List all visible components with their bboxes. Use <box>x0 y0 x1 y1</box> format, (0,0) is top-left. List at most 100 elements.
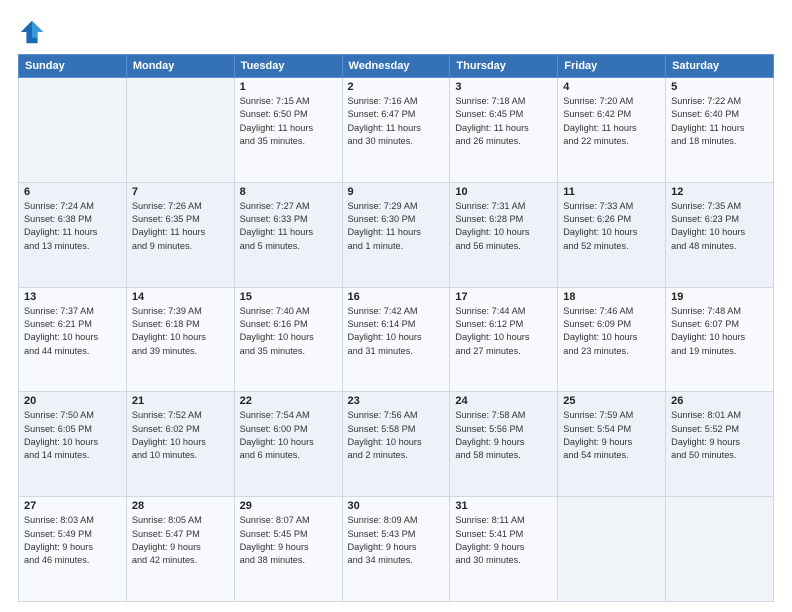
day-info: Sunrise: 7:56 AMSunset: 5:58 PMDaylight:… <box>348 409 445 462</box>
day-info: Sunrise: 7:18 AMSunset: 6:45 PMDaylight:… <box>455 95 552 148</box>
day-number: 25 <box>563 395 660 407</box>
day-number: 23 <box>348 395 445 407</box>
col-sunday: Sunday <box>19 55 127 78</box>
day-number: 5 <box>671 81 768 93</box>
day-info: Sunrise: 7:44 AMSunset: 6:12 PMDaylight:… <box>455 305 552 358</box>
day-cell: 27 Sunrise: 8:03 AMSunset: 5:49 PMDayligh… <box>19 497 127 602</box>
day-cell: 6 Sunrise: 7:24 AMSunset: 6:38 PMDaylight… <box>19 182 127 287</box>
day-info: Sunrise: 8:03 AMSunset: 5:49 PMDaylight:… <box>24 514 121 567</box>
day-info: Sunrise: 7:20 AMSunset: 6:42 PMDaylight:… <box>563 95 660 148</box>
calendar-header-row: Sunday Monday Tuesday Wednesday Thursday… <box>19 55 774 78</box>
day-cell: 13 Sunrise: 7:37 AMSunset: 6:21 PMDayligh… <box>19 287 127 392</box>
day-cell: 4 Sunrise: 7:20 AMSunset: 6:42 PMDaylight… <box>558 78 666 183</box>
day-number: 14 <box>132 291 229 303</box>
day-number: 8 <box>240 186 337 198</box>
day-info: Sunrise: 8:07 AMSunset: 5:45 PMDaylight:… <box>240 514 337 567</box>
col-tuesday: Tuesday <box>234 55 342 78</box>
col-wednesday: Wednesday <box>342 55 450 78</box>
day-number: 2 <box>348 81 445 93</box>
col-thursday: Thursday <box>450 55 558 78</box>
day-info: Sunrise: 7:42 AMSunset: 6:14 PMDaylight:… <box>348 305 445 358</box>
day-number: 20 <box>24 395 121 407</box>
week-row-2: 6 Sunrise: 7:24 AMSunset: 6:38 PMDaylight… <box>19 182 774 287</box>
day-number: 26 <box>671 395 768 407</box>
day-cell: 18 Sunrise: 7:46 AMSunset: 6:09 PMDayligh… <box>558 287 666 392</box>
day-info: Sunrise: 7:24 AMSunset: 6:38 PMDaylight:… <box>24 200 121 253</box>
col-friday: Friday <box>558 55 666 78</box>
day-info: Sunrise: 7:22 AMSunset: 6:40 PMDaylight:… <box>671 95 768 148</box>
day-cell: 3 Sunrise: 7:18 AMSunset: 6:45 PMDaylight… <box>450 78 558 183</box>
day-cell: 26 Sunrise: 8:01 AMSunset: 5:52 PMDayligh… <box>666 392 774 497</box>
day-number: 15 <box>240 291 337 303</box>
day-cell: 31 Sunrise: 8:11 AMSunset: 5:41 PMDayligh… <box>450 497 558 602</box>
day-info: Sunrise: 7:35 AMSunset: 6:23 PMDaylight:… <box>671 200 768 253</box>
day-number: 3 <box>455 81 552 93</box>
day-cell: 25 Sunrise: 7:59 AMSunset: 5:54 PMDayligh… <box>558 392 666 497</box>
day-cell: 19 Sunrise: 7:48 AMSunset: 6:07 PMDayligh… <box>666 287 774 392</box>
day-number: 27 <box>24 500 121 512</box>
col-saturday: Saturday <box>666 55 774 78</box>
day-cell: 29Sunrise: 8:07 AMSunset: 5:45 PMDayligh… <box>234 497 342 602</box>
week-row-5: 27 Sunrise: 8:03 AMSunset: 5:49 PMDayligh… <box>19 497 774 602</box>
day-number: 10 <box>455 186 552 198</box>
day-number: 12 <box>671 186 768 198</box>
day-info: Sunrise: 7:40 AMSunset: 6:16 PMDaylight:… <box>240 305 337 358</box>
day-info: Sunrise: 8:01 AMSunset: 5:52 PMDaylight:… <box>671 409 768 462</box>
day-number: 9 <box>348 186 445 198</box>
page: Sunday Monday Tuesday Wednesday Thursday… <box>0 0 792 612</box>
day-info: Sunrise: 8:09 AMSunset: 5:43 PMDaylight:… <box>348 514 445 567</box>
day-info: Sunrise: 7:59 AMSunset: 5:54 PMDaylight:… <box>563 409 660 462</box>
day-cell: 20Sunrise: 7:50 AMSunset: 6:05 PMDayligh… <box>19 392 127 497</box>
week-row-3: 13 Sunrise: 7:37 AMSunset: 6:21 PMDayligh… <box>19 287 774 392</box>
day-cell: 23 Sunrise: 7:56 AMSunset: 5:58 PMDayligh… <box>342 392 450 497</box>
day-cell: 12 Sunrise: 7:35 AMSunset: 6:23 PMDayligh… <box>666 182 774 287</box>
day-info: Sunrise: 7:33 AMSunset: 6:26 PMDaylight:… <box>563 200 660 253</box>
logo <box>18 18 48 46</box>
day-cell: 22 Sunrise: 7:54 AMSunset: 6:00 PMDayligh… <box>234 392 342 497</box>
day-cell: 14 Sunrise: 7:39 AMSunset: 6:18 PMDayligh… <box>126 287 234 392</box>
day-cell <box>558 497 666 602</box>
logo-icon <box>18 18 46 46</box>
day-cell: 30Sunrise: 8:09 AMSunset: 5:43 PMDayligh… <box>342 497 450 602</box>
day-cell: 9 Sunrise: 7:29 AMSunset: 6:30 PMDaylight… <box>342 182 450 287</box>
day-cell: 21Sunrise: 7:52 AMSunset: 6:02 PMDayligh… <box>126 392 234 497</box>
day-number: 18 <box>563 291 660 303</box>
day-cell: 2 Sunrise: 7:16 AMSunset: 6:47 PMDaylight… <box>342 78 450 183</box>
day-info: Sunrise: 7:39 AMSunset: 6:18 PMDaylight:… <box>132 305 229 358</box>
day-info: Sunrise: 7:52 AMSunset: 6:02 PMDaylight:… <box>132 409 229 462</box>
week-row-1: 1Sunrise: 7:15 AMSunset: 6:50 PMDaylight… <box>19 78 774 183</box>
day-number: 13 <box>24 291 121 303</box>
day-cell: 5 Sunrise: 7:22 AMSunset: 6:40 PMDaylight… <box>666 78 774 183</box>
day-info: Sunrise: 7:29 AMSunset: 6:30 PMDaylight:… <box>348 200 445 253</box>
day-cell <box>666 497 774 602</box>
day-number: 28 <box>132 500 229 512</box>
day-info: Sunrise: 7:16 AMSunset: 6:47 PMDaylight:… <box>348 95 445 148</box>
day-info: Sunrise: 7:46 AMSunset: 6:09 PMDaylight:… <box>563 305 660 358</box>
day-info: Sunrise: 7:37 AMSunset: 6:21 PMDaylight:… <box>24 305 121 358</box>
day-info: Sunrise: 7:54 AMSunset: 6:00 PMDaylight:… <box>240 409 337 462</box>
day-cell: 28Sunrise: 8:05 AMSunset: 5:47 PMDayligh… <box>126 497 234 602</box>
day-cell: 15 Sunrise: 7:40 AMSunset: 6:16 PMDayligh… <box>234 287 342 392</box>
day-info: Sunrise: 8:11 AMSunset: 5:41 PMDaylight:… <box>455 514 552 567</box>
day-cell: 24Sunrise: 7:58 AMSunset: 5:56 PMDayligh… <box>450 392 558 497</box>
day-cell <box>126 78 234 183</box>
day-info: Sunrise: 7:48 AMSunset: 6:07 PMDaylight:… <box>671 305 768 358</box>
day-cell: 8 Sunrise: 7:27 AMSunset: 6:33 PMDaylight… <box>234 182 342 287</box>
day-number: 19 <box>671 291 768 303</box>
day-number: 24 <box>455 395 552 407</box>
day-number: 31 <box>455 500 552 512</box>
day-cell <box>19 78 127 183</box>
day-cell: 10 Sunrise: 7:31 AMSunset: 6:28 PMDayligh… <box>450 182 558 287</box>
day-cell: 16Sunrise: 7:42 AMSunset: 6:14 PMDayligh… <box>342 287 450 392</box>
day-number: 4 <box>563 81 660 93</box>
day-info: Sunrise: 7:26 AMSunset: 6:35 PMDaylight:… <box>132 200 229 253</box>
week-row-4: 20Sunrise: 7:50 AMSunset: 6:05 PMDayligh… <box>19 392 774 497</box>
day-number: 22 <box>240 395 337 407</box>
day-cell: 7Sunrise: 7:26 AMSunset: 6:35 PMDaylight… <box>126 182 234 287</box>
day-info: Sunrise: 7:31 AMSunset: 6:28 PMDaylight:… <box>455 200 552 253</box>
day-info: Sunrise: 7:27 AMSunset: 6:33 PMDaylight:… <box>240 200 337 253</box>
day-number: 6 <box>24 186 121 198</box>
calendar-table: Sunday Monday Tuesday Wednesday Thursday… <box>18 54 774 602</box>
day-number: 17 <box>455 291 552 303</box>
day-info: Sunrise: 7:15 AMSunset: 6:50 PMDaylight:… <box>240 95 337 148</box>
